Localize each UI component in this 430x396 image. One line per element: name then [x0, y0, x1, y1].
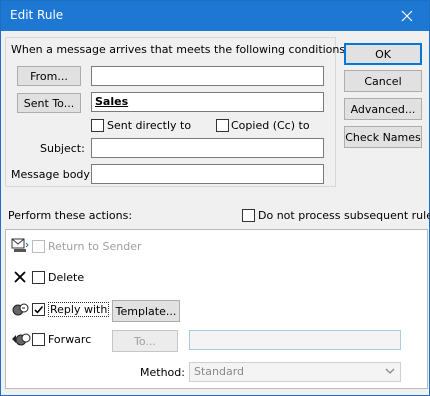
forward-checkbox[interactable] — [32, 333, 45, 346]
window-title: Edit Rule — [10, 8, 64, 22]
copied-label: Copied (Cc) to — [231, 119, 310, 132]
subject-label: Subject: — [40, 142, 85, 155]
subject-field[interactable] — [91, 138, 324, 158]
checkmark-icon — [34, 305, 44, 314]
from-button[interactable]: From... — [17, 66, 81, 86]
close-button[interactable] — [385, 1, 429, 31]
conditions-group: When a message arrives that meets the fo… — [5, 37, 349, 187]
return-to-sender-label: Return to Sender — [48, 240, 142, 253]
title-bar: Edit Rule — [1, 1, 429, 31]
do-not-process-checkbox[interactable] — [242, 209, 255, 222]
advanced-button[interactable]: Advanced... — [344, 98, 422, 120]
cancel-button[interactable]: Cancel — [344, 70, 422, 92]
forward-label: Forwarc — [48, 333, 92, 346]
sent-to-field[interactable]: Sales — [91, 92, 324, 112]
actions-list: Return to Sender Delete Reply with Templ… — [5, 229, 428, 389]
sent-to-button[interactable]: Sent To... — [17, 93, 81, 113]
forward-to-field[interactable] — [189, 330, 401, 350]
sent-directly-label: Sent directly to — [107, 119, 192, 132]
chevron-down-icon — [385, 368, 395, 374]
return-to-sender-icon — [11, 238, 29, 252]
delete-label: Delete — [48, 271, 85, 284]
reply-with-checkbox[interactable] — [32, 303, 45, 316]
reply-with-icon — [12, 303, 29, 316]
reply-with-label: Reply with — [48, 302, 110, 317]
method-label: Method: — [140, 366, 185, 379]
check-names-button[interactable]: Check Names — [344, 126, 422, 148]
edit-rule-dialog: Edit Rule When a message arrives that me… — [0, 0, 430, 396]
close-icon — [401, 10, 413, 22]
return-to-sender-checkbox[interactable] — [32, 240, 45, 253]
forward-to-button[interactable]: To... — [112, 330, 178, 352]
delete-checkbox[interactable] — [32, 271, 45, 284]
actions-heading: Perform these actions: — [8, 209, 133, 222]
sent-directly-checkbox[interactable] — [91, 119, 104, 132]
do-not-process-label: Do not process subsequent rules — [258, 209, 430, 222]
forward-icon — [12, 333, 31, 346]
message-body-field[interactable] — [91, 164, 324, 184]
copied-checkbox[interactable] — [216, 119, 229, 132]
delete-x-icon — [14, 271, 26, 283]
method-value: Standard — [194, 365, 245, 378]
message-body-label: Message body — [11, 168, 90, 181]
ok-button[interactable]: OK — [344, 43, 422, 65]
conditions-heading: When a message arrives that meets the fo… — [11, 43, 349, 56]
template-button[interactable]: Template... — [112, 300, 180, 322]
method-select[interactable]: Standard — [189, 362, 401, 382]
from-field[interactable] — [91, 66, 324, 86]
